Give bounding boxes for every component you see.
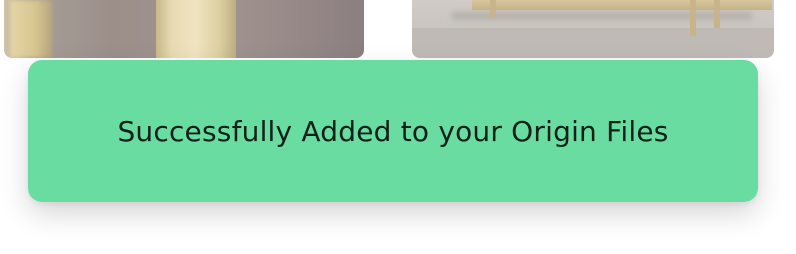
thumbnail-photo-detail (452, 12, 752, 20)
thumbnail-photo-detail (10, 0, 52, 58)
image-thumbnail-left[interactable] (4, 0, 364, 58)
image-thumbnail-right[interactable] (412, 0, 774, 58)
thumbnail-photo-detail (690, 0, 696, 36)
thumbnail-photo-detail (714, 0, 720, 28)
thumbnail-photo-detail (490, 0, 496, 18)
success-toast: Successfully Added to your Origin Files (28, 60, 758, 202)
toast-message: Successfully Added to your Origin Files (117, 114, 669, 148)
thumbnail-photo-detail (156, 0, 236, 58)
thumbnail-photo-detail (412, 28, 774, 58)
thumbnail-photo-detail (472, 0, 772, 10)
